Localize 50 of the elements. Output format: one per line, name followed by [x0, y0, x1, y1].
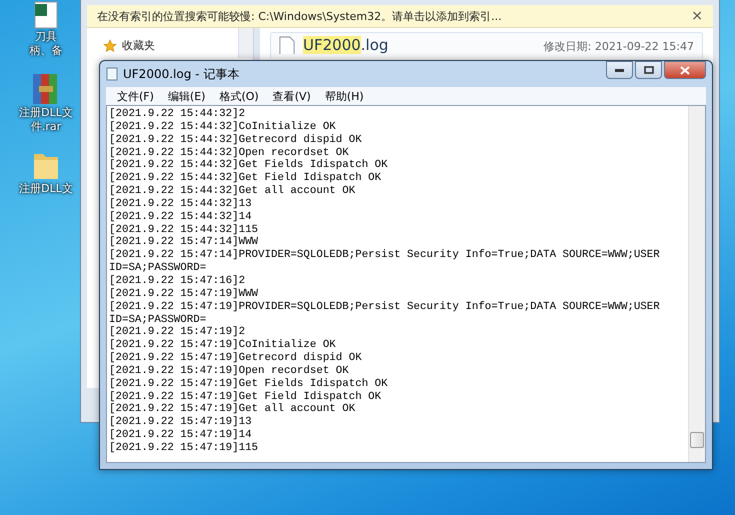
close-button[interactable]: ×	[691, 8, 703, 24]
log-line: [2021.9.22 15:47:19]13	[109, 416, 253, 429]
log-line: [2021.9.22 15:47:19]PROVIDER=SQLOLEDB;Persist Security Info=True;DATA SOURCE=WWW;USER ID=SA;PASSWORD=	[109, 300, 661, 326]
log-line: [2021.9.22 15:44:32]Get all account OK	[109, 185, 356, 198]
log-line: [2021.9.22 15:47:19]115	[109, 442, 260, 455]
maximize-button[interactable]	[635, 61, 662, 79]
nav-item[interactable]: 收藏夹	[122, 38, 155, 53]
log-line: [2021.9.22 15:44:32]CoInitialize OK	[109, 120, 337, 134]
log-line: [2021.9.22 15:47:19]Open recordset OK	[109, 364, 350, 378]
close-button[interactable]	[664, 61, 706, 79]
log-line: [2021.9.22 15:47:19]Getrecord dispid OK	[109, 352, 363, 365]
menu-item[interactable]: 编辑(E)	[160, 88, 212, 104]
log-line: [2021.9.22 15:47:19]Get Fields Idispatch OK	[109, 378, 389, 391]
window-title: UF2000.log - 记事本	[123, 66, 240, 82]
log-line: [2021.9.22 15:44:32]Get Fields Idispatch OK	[109, 159, 389, 172]
log-line: [2021.9.22 15:47:19]Get Field Idispatch OK	[109, 390, 382, 403]
info-bar[interactable]: 在没有索引的位置搜索可能较慢: C:\Windows\System32。请单击以添加到索引... ×	[87, 5, 713, 28]
maximize-icon	[644, 66, 654, 74]
log-line: [2021.9.22 15:44:32]14	[109, 210, 253, 224]
log-line: [2021.9.22 15:47:19]2	[109, 326, 246, 339]
menu-item[interactable]: 帮助(H)	[318, 88, 371, 104]
log-line: [2021.9.22 15:47:14]WWW	[109, 236, 260, 249]
log-line: [2021.9.22 15:44:32]Get Field Idispatch OK	[109, 172, 382, 185]
notepad-icon	[106, 67, 118, 81]
log-line: [2021.9.22 15:44:32]115	[109, 224, 260, 236]
log-line: [2021.9.22 15:44:32]Getrecord dispid OK	[109, 134, 363, 147]
log-line: [2021.9.22 15:44:32]13	[109, 198, 253, 211]
menu-item[interactable]: 查看(V)	[266, 88, 318, 104]
log-line: [2021.9.22 15:44:32]Open recordset OK	[109, 146, 350, 159]
log-line: [2021.9.22 15:47:19]CoInitialize OK	[109, 339, 337, 352]
modified-date: 修改日期: 2021-09-22 15:47	[544, 39, 694, 54]
log-line: [2021.9.22 15:47:19]Get all account OK	[109, 403, 356, 416]
search-result[interactable]: UF2000.log 修改日期: 2021-09-22 15:47	[270, 32, 703, 58]
log-line: [2021.9.22 15:47:19]WWW	[109, 288, 260, 301]
info-bar-text: 在没有索引的位置搜索可能较慢: C:\Windows\System32。请单击以添加到索引...	[97, 8, 502, 24]
minimize-icon	[615, 68, 624, 72]
scrollbar[interactable]	[238, 28, 253, 58]
log-line: [2021.9.22 15:47:14]PROVIDER=SQLOLEDB;Persist Security Info=True;DATA SOURCE=WWW;USER ID=SA;PASSWORD=	[109, 249, 661, 275]
file-name: UF2000.log	[303, 36, 388, 54]
star-icon	[103, 38, 117, 52]
scrollbar[interactable]	[688, 106, 705, 462]
document-icon	[279, 36, 295, 54]
log-line: [2021.9.22 15:47:16]2	[109, 274, 246, 288]
close-icon	[680, 66, 690, 74]
minimize-button[interactable]	[606, 61, 633, 79]
log-line: [2021.9.22 15:47:19]14	[109, 429, 253, 442]
log-line: [2021.9.22 15:44:32]2	[109, 108, 246, 121]
menu-item[interactable]: 文件(F)	[110, 88, 161, 104]
scrollbar-thumb[interactable]	[690, 432, 704, 448]
menu-item[interactable]: 格式(O)	[212, 88, 266, 104]
